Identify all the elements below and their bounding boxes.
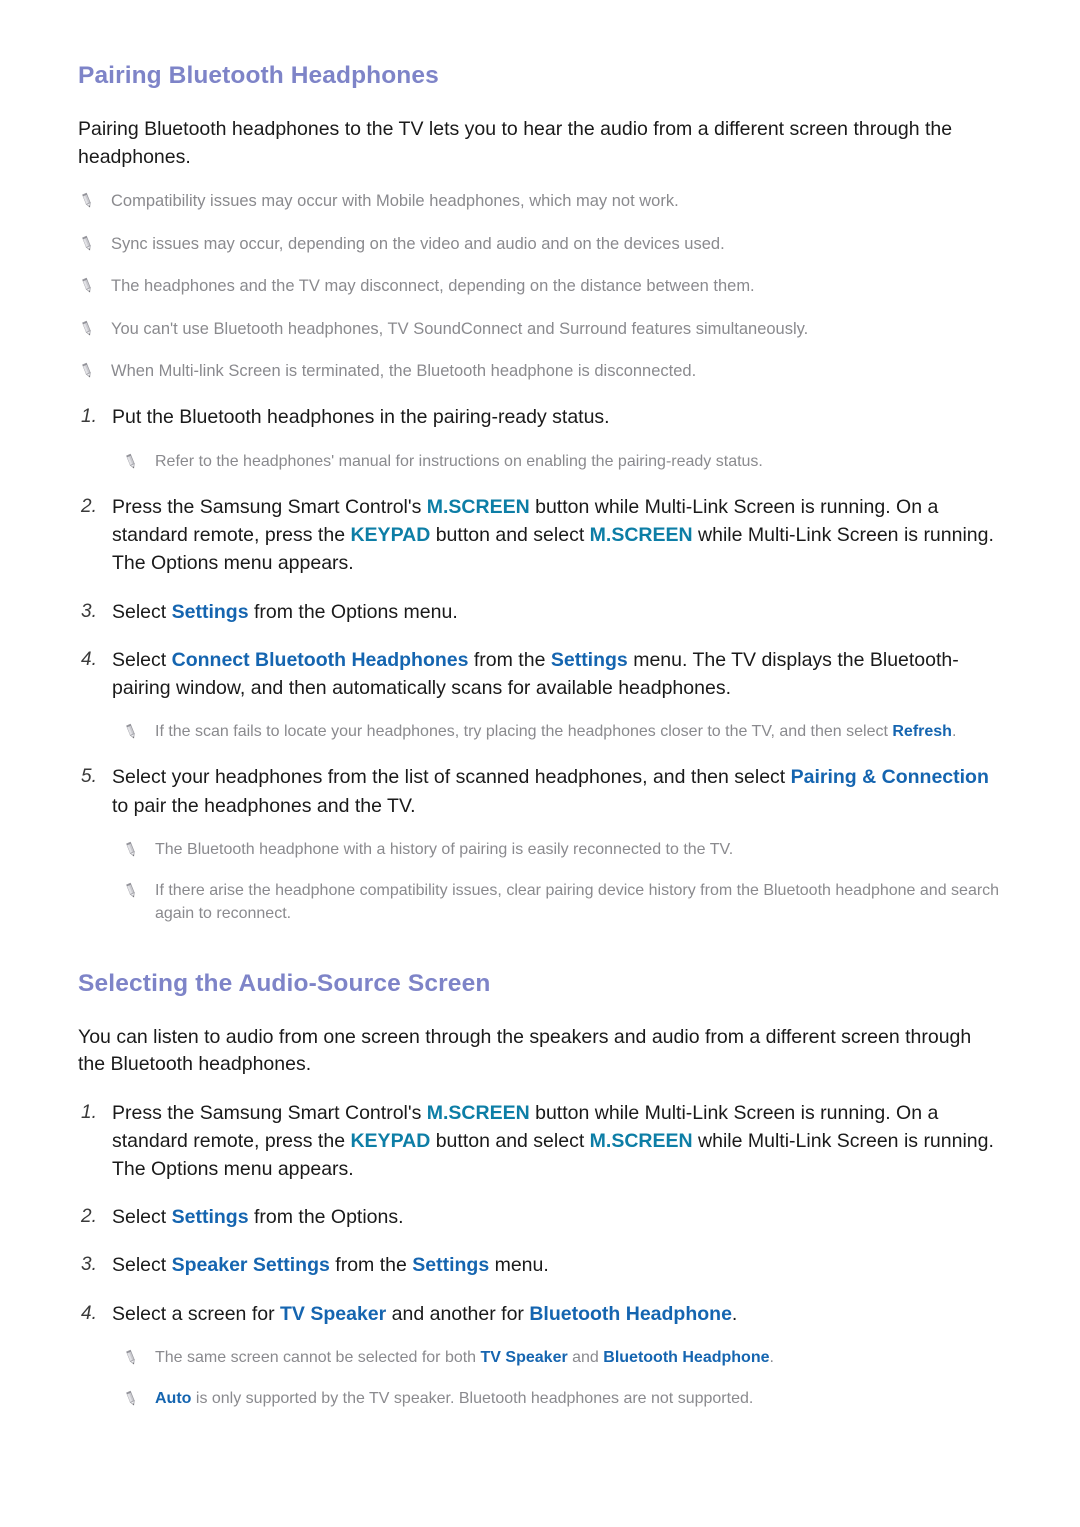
section-heading: Pairing Bluetooth Headphones: [78, 62, 439, 89]
pencil-icon: [122, 723, 140, 741]
step-notes: The Bluetooth headphone with a history o…: [78, 839, 1002, 926]
document-page: Pairing Bluetooth Headphones Pairing Blue…: [0, 0, 1080, 1527]
step-text: Select Settings from the Options.: [112, 1206, 404, 1229]
step-text: Select your headphones from the list of …: [112, 766, 989, 817]
note-item: You can't use Bluetooth headphones, TV S…: [78, 318, 1002, 341]
step-text: Press the Samsung Smart Control's M.SCRE…: [112, 496, 994, 575]
step-number: 3.: [81, 600, 97, 622]
pencil-icon: [78, 192, 96, 210]
note-item: The headphones and the TV may disconnect…: [78, 275, 1002, 298]
step-number: 2.: [81, 496, 97, 518]
note-item: If the scan fails to locate your headpho…: [122, 721, 1002, 744]
note-item-term: Refresh: [892, 722, 952, 740]
step-number: 4.: [81, 648, 97, 670]
step-text: Press the Samsung Smart Control's M.SCRE…: [112, 1102, 994, 1181]
note-item-text: If the scan fails to locate your headpho…: [155, 722, 957, 740]
step-notes: Refer to the headphones' manual for inst…: [78, 451, 1002, 474]
note-item-text: You can't use Bluetooth headphones, TV S…: [111, 319, 809, 338]
pencil-icon: [122, 1390, 140, 1408]
step-term: Speaker Settings: [171, 1254, 330, 1277]
note-item-text: The headphones and the TV may disconnect…: [111, 277, 755, 296]
step-text: Select Speaker Settings from the Setting…: [112, 1254, 549, 1277]
section-2: Selecting the Audio-Source Screen You can…: [78, 926, 1002, 1411]
section-1: Pairing Bluetooth Headphones Pairing Blue…: [78, 62, 1002, 926]
step-term: KEYPAD: [350, 524, 431, 547]
step-text: Select Settings from the Options menu.: [112, 600, 458, 623]
pencil-icon: [78, 277, 96, 295]
step-text: Put the Bluetooth headphones in the pair…: [112, 406, 610, 429]
step-term: KEYPAD: [350, 1130, 431, 1153]
note-item-text: If there arise the headphone compatibili…: [155, 882, 1000, 923]
step-notes: The same screen cannot be selected for b…: [78, 1347, 1002, 1411]
step-term: M.SCREEN: [426, 1102, 530, 1125]
step-number: 1.: [81, 406, 97, 428]
step-text: Select Connect Bluetooth Headphones from…: [112, 648, 959, 699]
step-term: Connect Bluetooth Headphones: [171, 648, 469, 671]
step-term: M.SCREEN: [426, 496, 530, 519]
step-term: Pairing & Connection: [790, 766, 989, 789]
step-number: 4.: [81, 1302, 97, 1324]
pencil-icon: [78, 235, 96, 253]
note-item-text: Auto is only supported by the TV speaker…: [155, 1390, 754, 1408]
section-intro-paragraph: You can listen to audio from one screen …: [78, 1025, 972, 1076]
note-item-text: Compatibility issues may occur with Mobi…: [111, 192, 679, 211]
step-number: 3.: [81, 1254, 97, 1276]
note-item-text: The Bluetooth headphone with a history o…: [155, 840, 734, 858]
step-list: 1. Press the Samsung Smart Control's M.SC…: [78, 1099, 1002, 1411]
step-item: 5. Select your headphones from the list o…: [78, 763, 1002, 819]
step-list: 1. Put the Bluetooth headphones in the pa…: [78, 403, 1002, 925]
step-item: 1. Press the Samsung Smart Control's M.SC…: [78, 1099, 1002, 1183]
step-item: 1. Put the Bluetooth headphones in the pa…: [78, 403, 1002, 431]
pencil-icon: [122, 1349, 140, 1367]
note-item: When Multi-link Screen is terminated, th…: [78, 360, 1002, 383]
pencil-icon: [122, 841, 140, 859]
section-intro-paragraph: Pairing Bluetooth headphones to the TV l…: [78, 118, 953, 168]
step-term: Bluetooth Headphone: [529, 1302, 732, 1325]
pencil-icon: [122, 882, 140, 900]
note-item-text: The same screen cannot be selected for b…: [155, 1348, 774, 1366]
note-item-term: Bluetooth Headphone: [603, 1348, 770, 1366]
step-term: M.SCREEN: [589, 524, 693, 547]
pencil-icon: [122, 453, 140, 471]
step-item: 3. Select Speaker Settings from the Setti…: [78, 1251, 1002, 1279]
note-item-term: Auto: [155, 1390, 192, 1408]
step-term: Settings: [171, 600, 249, 623]
note-item: Refer to the headphones' manual for inst…: [122, 451, 1002, 474]
pencil-icon: [78, 320, 96, 338]
step-term: TV Speaker: [280, 1302, 387, 1325]
step-term: Settings: [412, 1254, 490, 1277]
step-term: Settings: [550, 648, 628, 671]
step-item: 2. Select Settings from the Options.: [78, 1203, 1002, 1231]
step-item: 2. Press the Samsung Smart Control's M.SC…: [78, 493, 1002, 577]
note-item-text: When Multi-link Screen is terminated, th…: [111, 362, 697, 381]
note-item: Auto is only supported by the TV speaker…: [122, 1388, 1002, 1411]
step-item: 4. Select a screen for TV Speaker and ano…: [78, 1300, 1002, 1328]
section-heading: Selecting the Audio-Source Screen: [78, 969, 491, 997]
step-number: 5.: [81, 766, 97, 788]
step-notes: If the scan fails to locate your headpho…: [78, 721, 1002, 744]
pencil-icon: [78, 362, 96, 380]
step-number: 1.: [81, 1102, 97, 1124]
note-item: Compatibility issues may occur with Mobi…: [78, 190, 1002, 213]
note-item-text: Refer to the headphones' manual for inst…: [155, 452, 763, 470]
step-item: 4. Select Connect Bluetooth Headphones fr…: [78, 646, 1002, 702]
document-content: Pairing Bluetooth Headphones Pairing Blue…: [78, 62, 1002, 1411]
step-text: Select a screen for TV Speaker and anoth…: [112, 1302, 738, 1325]
step-term: M.SCREEN: [589, 1130, 693, 1153]
note-item-text: Sync issues may occur, depending on the …: [111, 234, 725, 253]
step-number: 2.: [81, 1206, 97, 1228]
note-item: The Bluetooth headphone with a history o…: [122, 839, 1002, 862]
step-term: Settings: [171, 1206, 249, 1229]
section-notes: Compatibility issues may occur with Mobi…: [78, 190, 1002, 383]
note-item: If there arise the headphone compatibili…: [122, 880, 1002, 925]
step-item: 3. Select Settings from the Options menu.: [78, 598, 1002, 626]
note-item: The same screen cannot be selected for b…: [122, 1347, 1002, 1370]
note-item: Sync issues may occur, depending on the …: [78, 233, 1002, 256]
note-item-term: TV Speaker: [480, 1348, 568, 1366]
